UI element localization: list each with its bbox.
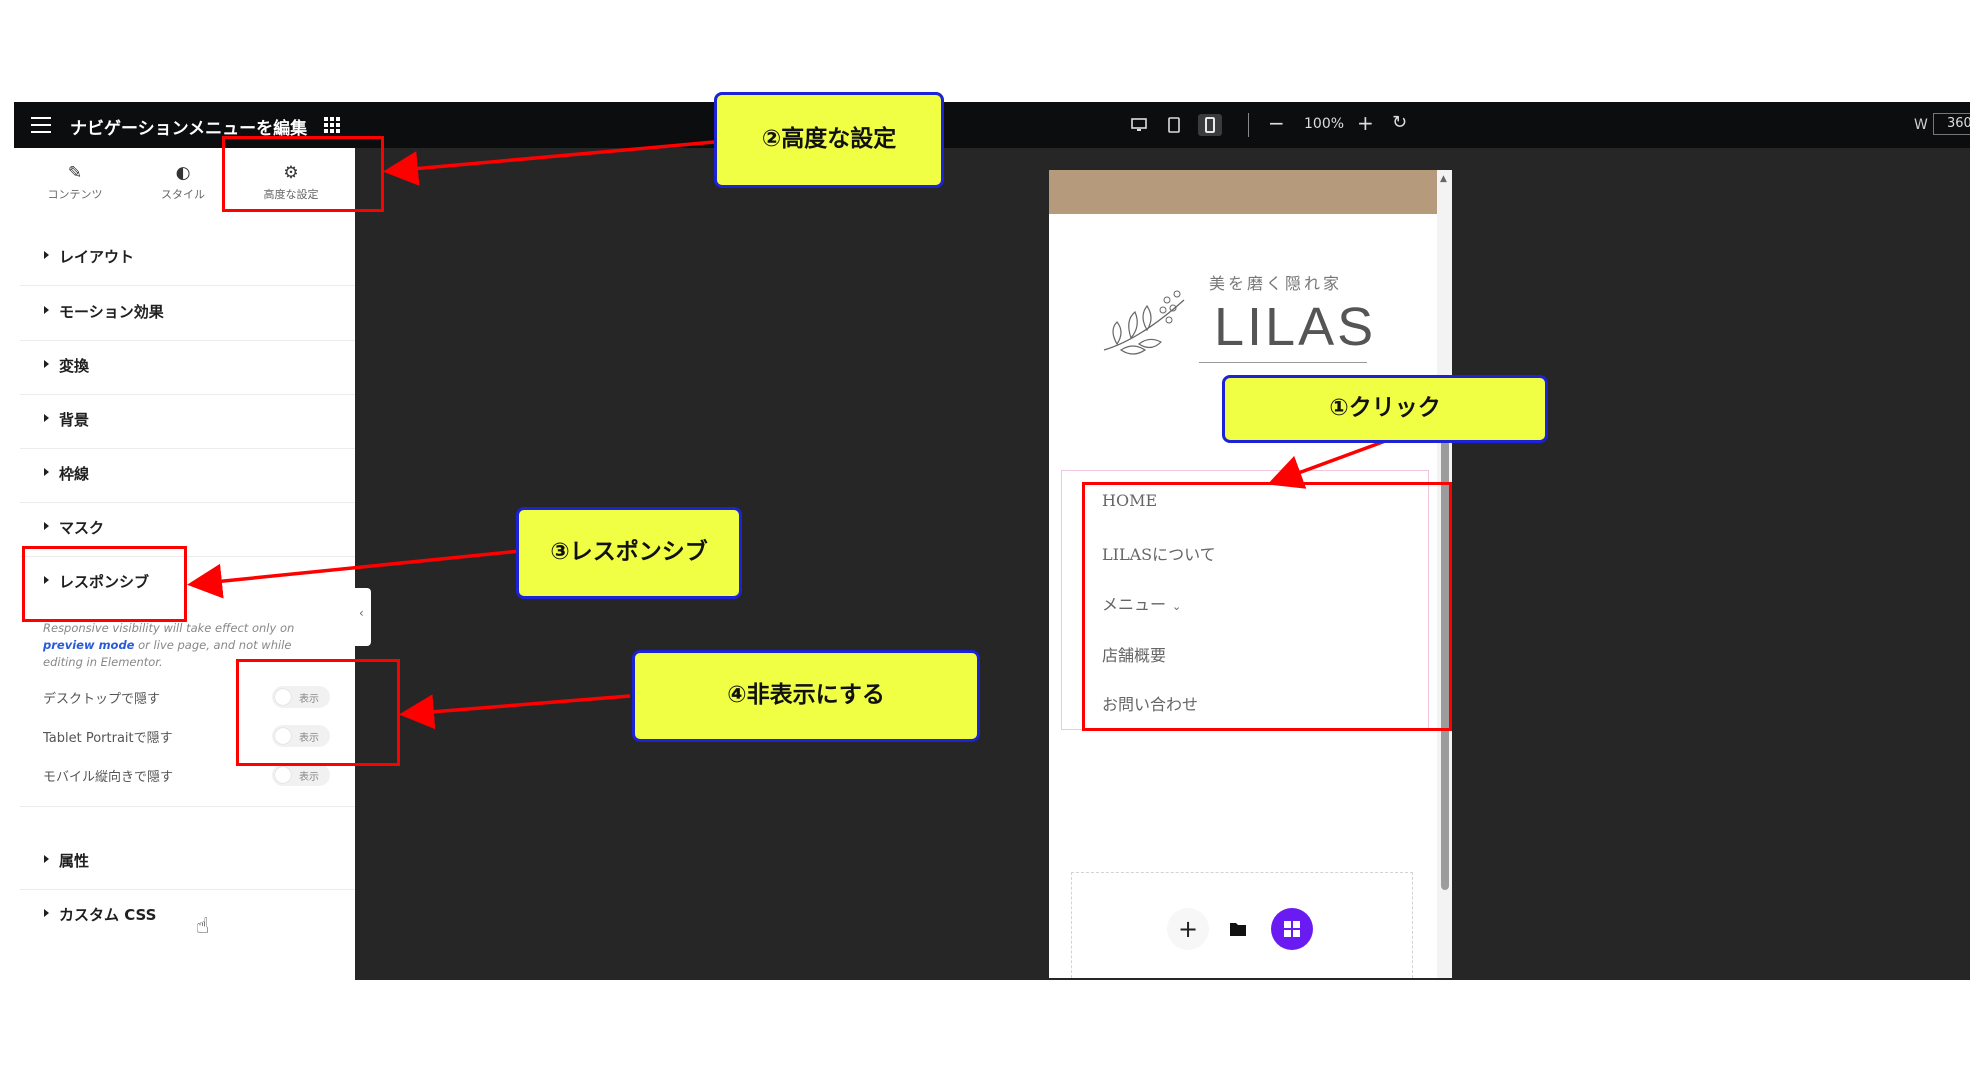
hide-tablet-label: Tablet Portraitで隠す [43,731,173,746]
caret-right-icon [44,251,49,259]
section-layout-label: レイアウト [59,248,135,266]
section-attributes[interactable]: 属性 [20,852,355,890]
section-background-label: 背景 [59,411,90,429]
callout-hide: ④非表示にする [632,650,980,742]
highlight-responsive-section [22,546,187,622]
section-motion-effects[interactable]: モーション効果 [20,303,355,341]
section-layout[interactable]: レイアウト [20,248,355,286]
section-attributes-label: 属性 [59,852,90,870]
tab-style-label: スタイル [161,188,205,201]
leaf-branch-icon [1103,290,1185,355]
reset-zoom-icon[interactable]: ↻ [1392,112,1407,133]
grid-icon [1284,921,1300,937]
section-border-label: 枠線 [59,465,90,483]
hide-mobile-toggle[interactable]: 表示 [272,764,330,786]
section-border[interactable]: 枠線 [20,465,355,503]
tab-style[interactable]: ◐ スタイル [138,160,228,202]
caret-right-icon [44,909,49,917]
chevron-left-icon: ‹ [359,606,364,620]
tab-content-label: コンテンツ [47,188,103,201]
toggle-label: 表示 [299,772,319,783]
section-custom-css[interactable]: カスタム CSS [20,906,355,944]
add-section-button[interactable]: + [1167,908,1209,950]
caret-right-icon [44,522,49,530]
contrast-icon: ◐ [175,163,191,183]
toggle-knob [275,767,291,783]
mobile-device-button[interactable] [1198,114,1222,136]
zoom-in-button[interactable]: + [1357,111,1374,135]
section-background[interactable]: 背景 [20,411,355,449]
logo-underline [1199,362,1367,363]
site-logo[interactable]: 美を磨く隠れ家 LILAS [1099,270,1399,380]
hamburger-menu-icon[interactable] [31,117,51,133]
pencil-icon: ✎ [67,163,83,183]
callout-click: ①クリック [1222,375,1548,443]
highlight-advanced-tab [222,136,384,212]
hide-mobile-label: モバイル縦向きで隠す [43,770,174,785]
zoom-out-button[interactable]: − [1268,111,1285,135]
zoom-level: 100% [1304,116,1345,132]
add-template-button[interactable] [1217,908,1259,950]
scroll-up-icon[interactable]: ▲ [1440,174,1447,184]
apps-grid-icon[interactable] [324,117,340,133]
tab-content[interactable]: ✎ コンテンツ [30,160,120,202]
section-custom-css-label: カスタム CSS [59,906,157,924]
width-label: W [1914,117,1928,133]
callout-responsive: ③レスポンシブ [516,507,742,599]
caret-right-icon [44,306,49,314]
section-transform[interactable]: 変換 [20,357,355,395]
hand-cursor-icon: ☝ [196,914,210,939]
note-text-before: Responsive visibility will take effect o… [43,621,295,635]
caret-right-icon [44,414,49,422]
tablet-device-button[interactable] [1162,114,1186,136]
elementor-kit-button[interactable] [1271,908,1313,950]
section-transform-label: 変換 [59,357,90,375]
section-mask-label: マスク [59,519,105,537]
folder-icon [1230,923,1246,936]
divider [20,806,355,807]
preview-mode-link[interactable]: preview mode [43,638,134,652]
caret-right-icon [44,855,49,863]
logo-name: LILAS [1214,297,1377,357]
width-input[interactable]: 360 [1933,113,1970,135]
logo-tagline: 美を磨く隠れ家 [1209,274,1343,293]
elementor-editor: ナビゲーションメニューを編集 − 100% + ↻ W 360 ✎ コンテンツ … [14,102,1970,980]
toolbar-divider [1248,113,1249,137]
site-header-bar [1049,170,1437,214]
section-motion-label: モーション効果 [59,303,164,321]
highlight-hide-toggles [236,659,400,766]
collapse-panel-button[interactable]: ‹ [355,588,371,646]
highlight-nav-menu [1082,482,1452,731]
caret-right-icon [44,360,49,368]
desktop-device-button[interactable] [1127,114,1151,136]
caret-right-icon [44,468,49,476]
hide-desktop-label: デスクトップで隠す [43,692,161,707]
callout-advanced-settings: ②高度な設定 [714,92,944,188]
